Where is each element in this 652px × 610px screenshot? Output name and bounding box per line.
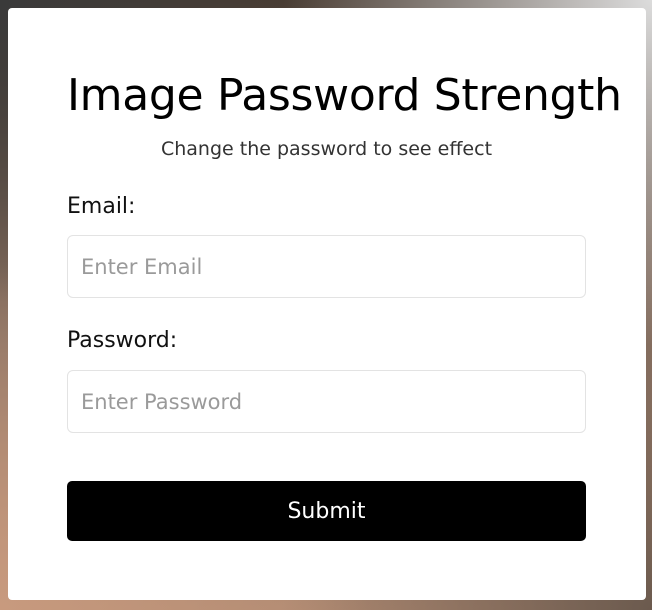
email-field[interactable]	[67, 235, 586, 298]
submit-button[interactable]: Submit	[67, 481, 586, 541]
login-card: Image Password Strength Change the passw…	[8, 8, 646, 600]
password-field[interactable]	[67, 370, 586, 433]
password-label: Password:	[67, 328, 178, 353]
page-title: Image Password Strength	[67, 70, 622, 121]
email-label: Email:	[67, 194, 136, 219]
page-subtitle: Change the password to see effect	[160, 138, 493, 160]
